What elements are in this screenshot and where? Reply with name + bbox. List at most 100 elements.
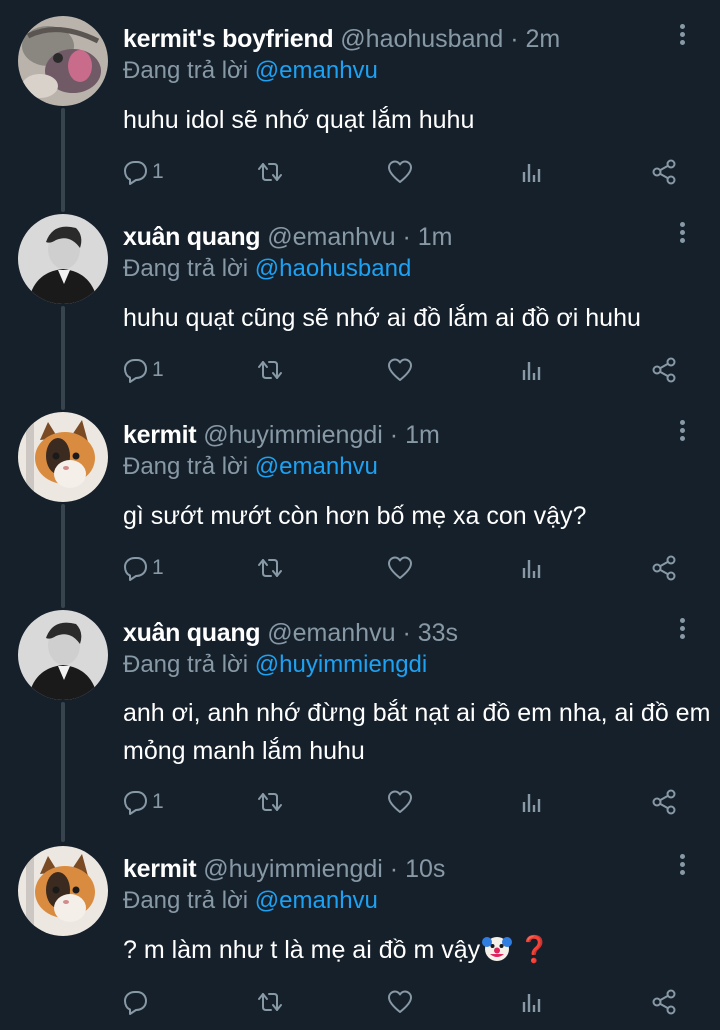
cat-photo-avatar[interactable]: [18, 846, 108, 936]
like-icon: [388, 160, 412, 183]
separator-dot: ·: [389, 421, 399, 449]
red-question-mark-emoji: ❓: [518, 934, 551, 964]
retweet-icon: [258, 793, 282, 811]
tweet-actions: 1: [120, 352, 700, 388]
reply-count: 1: [152, 160, 164, 183]
thread-line: [61, 702, 65, 842]
mention-link[interactable]: @haohusband: [255, 255, 412, 282]
reply-count: 1: [152, 556, 164, 579]
reply-count: 1: [152, 358, 164, 381]
username-handle[interactable]: @haohusband: [340, 25, 503, 53]
mention-link[interactable]: @emanhvu: [255, 453, 378, 480]
share-button[interactable]: [650, 784, 678, 820]
tweet-text: huhu quạt cũng sẽ nhớ ai đồ lắm ai đồ ơi…: [123, 304, 641, 332]
tweet-actions: 1: [120, 784, 700, 820]
username-handle[interactable]: @emanhvu: [267, 223, 395, 251]
like-icon: [388, 358, 412, 381]
retweet-button[interactable]: [254, 784, 282, 820]
reply-button[interactable]: 1: [120, 784, 164, 820]
replying-to: Đang trả lời @emanhvu: [123, 450, 378, 484]
analytics-button[interactable]: [518, 784, 546, 820]
replying-to-label: Đang trả lời: [123, 453, 249, 480]
like-icon: [388, 556, 412, 579]
username-handle[interactable]: @emanhvu: [267, 619, 395, 647]
thread-line: [61, 504, 65, 608]
tweet-header: kermit's boyfriend @haohusband · 2m: [123, 22, 560, 56]
retweet-icon: [258, 361, 282, 379]
like-icon: [388, 790, 412, 813]
reply-button[interactable]: 1: [120, 352, 164, 388]
timestamp[interactable]: 33s: [418, 619, 458, 647]
retweet-button[interactable]: [254, 550, 282, 586]
tweet-text: gì sướt mướt còn hơn bố mẹ xa con vậy?: [123, 502, 587, 530]
reply-button[interactable]: 1: [120, 550, 164, 586]
display-name[interactable]: kermit's boyfriend: [123, 25, 334, 53]
mention-link[interactable]: @huyimmiengdi: [255, 651, 427, 678]
tweet-header: xuân quang @emanhvu · 1m: [123, 220, 452, 254]
retweet-button[interactable]: [254, 984, 282, 1020]
share-button[interactable]: [650, 550, 678, 586]
tweet-header: kermit @huyimmiengdi · 10s: [123, 852, 445, 886]
replying-to: Đang trả lời @emanhvu: [123, 54, 378, 88]
display-name[interactable]: xuân quang: [123, 223, 261, 251]
more-options-icon[interactable]: [676, 24, 688, 50]
thread-line: [61, 306, 65, 410]
username-handle[interactable]: @huyimmiengdi: [203, 421, 383, 449]
like-button[interactable]: [386, 784, 414, 820]
timestamp[interactable]: 10s: [405, 855, 445, 883]
person-photo-avatar[interactable]: [18, 610, 108, 700]
tweet-actions: [120, 984, 700, 1020]
analytics-icon: [522, 558, 541, 580]
display-name[interactable]: kermit: [123, 855, 197, 883]
tweet-text: huhu idol sẽ nhớ quạt lắm huhu: [123, 106, 475, 134]
mention-link[interactable]: @emanhvu: [255, 57, 378, 84]
analytics-icon: [522, 792, 541, 814]
like-icon: [388, 990, 412, 1013]
timestamp[interactable]: 1m: [418, 223, 453, 251]
replying-to-label: Đang trả lời: [123, 255, 249, 282]
replying-to-label: Đang trả lời: [123, 887, 249, 914]
more-options-icon[interactable]: [676, 420, 688, 446]
replying-to-label: Đang trả lời: [123, 651, 249, 678]
share-icon: [652, 989, 676, 1015]
analytics-button[interactable]: [518, 550, 546, 586]
analytics-icon: [522, 360, 541, 382]
share-icon: [652, 789, 676, 815]
replying-to: Đang trả lời @emanhvu: [123, 884, 378, 918]
more-options-icon[interactable]: [676, 854, 688, 880]
share-icon: [652, 555, 676, 581]
frog-photo-avatar[interactable]: [18, 16, 108, 106]
analytics-button[interactable]: [518, 154, 546, 190]
display-name[interactable]: xuân quang: [123, 619, 261, 647]
timestamp[interactable]: 2m: [526, 25, 561, 53]
like-button[interactable]: [386, 154, 414, 190]
person-photo-avatar[interactable]: [18, 214, 108, 304]
cat-photo-avatar[interactable]: [18, 412, 108, 502]
tweet-header: xuân quang @emanhvu · 33s: [123, 616, 458, 650]
timestamp[interactable]: 1m: [405, 421, 440, 449]
more-options-icon[interactable]: [676, 618, 688, 644]
analytics-button[interactable]: [518, 352, 546, 388]
tweet-text-container: ? m làm như t là mẹ ai đồ m vậy ❓: [123, 930, 713, 969]
reply-button[interactable]: [120, 984, 152, 1020]
like-button[interactable]: [386, 550, 414, 586]
share-button[interactable]: [650, 352, 678, 388]
username-handle[interactable]: @huyimmiengdi: [203, 855, 383, 883]
more-options-icon[interactable]: [676, 222, 688, 248]
reply-icon: [124, 557, 147, 581]
mention-link[interactable]: @emanhvu: [255, 887, 378, 914]
separator-dot: ·: [402, 223, 411, 251]
share-button[interactable]: [650, 154, 678, 190]
display-name[interactable]: kermit: [123, 421, 197, 449]
separator-dot: ·: [510, 25, 519, 53]
clown-face-emoji: [482, 937, 513, 961]
retweet-button[interactable]: [254, 352, 282, 388]
analytics-button[interactable]: [518, 984, 546, 1020]
thread-line: [61, 108, 65, 212]
like-button[interactable]: [386, 352, 414, 388]
share-icon: [652, 159, 676, 185]
retweet-button[interactable]: [254, 154, 282, 190]
reply-button[interactable]: 1: [120, 154, 164, 190]
like-button[interactable]: [386, 984, 414, 1020]
share-button[interactable]: [650, 984, 678, 1020]
